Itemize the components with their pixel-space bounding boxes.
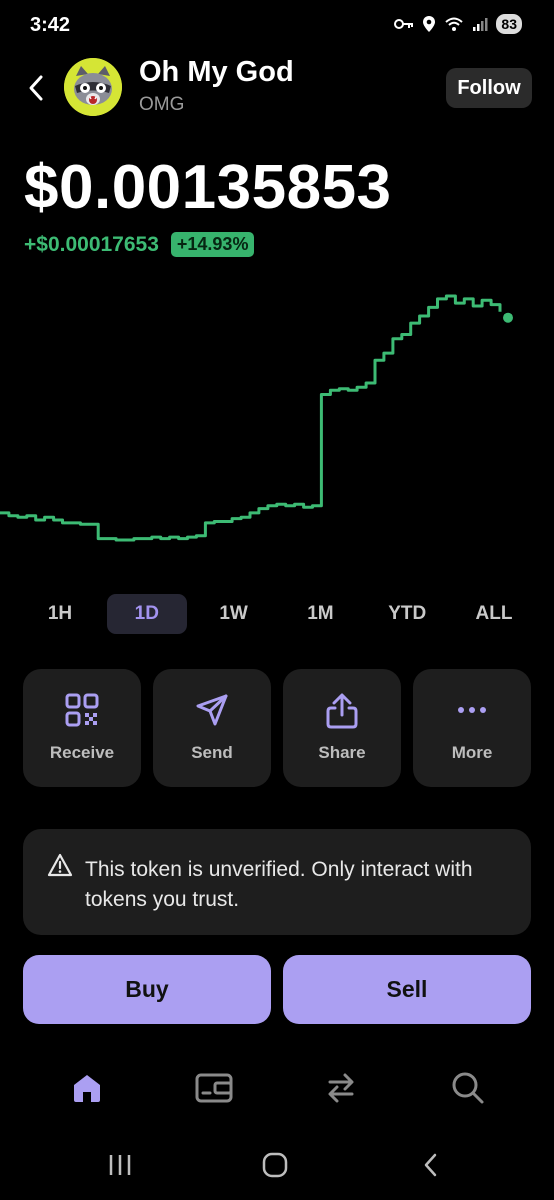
price-chart[interactable] bbox=[0, 280, 554, 570]
buy-button[interactable]: Buy bbox=[23, 955, 271, 1024]
tab-1m[interactable]: 1M bbox=[280, 594, 360, 634]
signal-icon bbox=[473, 18, 488, 31]
follow-button[interactable]: Follow bbox=[446, 68, 532, 108]
token-avatar bbox=[64, 58, 122, 116]
nav-swap[interactable] bbox=[321, 1068, 361, 1108]
recent-apps-icon bbox=[109, 1155, 131, 1175]
nav-wallet[interactable] bbox=[194, 1068, 234, 1108]
token-price: $0.00135853 bbox=[24, 153, 392, 222]
qr-code-icon bbox=[65, 693, 99, 727]
tab-1w[interactable]: 1W bbox=[194, 594, 274, 634]
receive-button[interactable]: Receive bbox=[23, 669, 141, 787]
price-change-absolute: +$0.00017653 bbox=[24, 232, 159, 256]
price-change: +$0.00017653 +14.93% bbox=[24, 232, 255, 257]
system-navigation bbox=[0, 1140, 554, 1190]
sell-button[interactable]: Sell bbox=[283, 955, 531, 1024]
tab-all[interactable]: ALL bbox=[454, 594, 534, 634]
system-back-button[interactable] bbox=[411, 1150, 451, 1180]
location-icon bbox=[423, 16, 436, 32]
status-icons: 83 bbox=[394, 14, 522, 34]
key-icon bbox=[394, 19, 414, 29]
tab-ytd[interactable]: YTD bbox=[367, 594, 447, 634]
home-button[interactable] bbox=[255, 1150, 295, 1180]
wifi-icon bbox=[445, 17, 464, 31]
nav-home[interactable] bbox=[67, 1068, 107, 1108]
more-button[interactable]: More bbox=[413, 669, 531, 787]
home-icon bbox=[74, 1075, 100, 1102]
home-circle-icon bbox=[262, 1152, 288, 1178]
raccoon-logo-icon bbox=[64, 58, 122, 116]
send-button[interactable]: Send bbox=[153, 669, 271, 787]
share-button[interactable]: Share bbox=[283, 669, 401, 787]
send-label: Send bbox=[191, 743, 233, 762]
price-line bbox=[0, 294, 502, 542]
battery-indicator: 83 bbox=[496, 14, 522, 34]
back-button[interactable] bbox=[20, 70, 52, 106]
nav-search[interactable] bbox=[448, 1068, 488, 1108]
latest-price-dot bbox=[503, 312, 513, 323]
share-icon bbox=[326, 693, 358, 729]
token-name: Oh My God bbox=[139, 56, 294, 88]
receive-label: Receive bbox=[49, 743, 115, 762]
share-label: Share bbox=[318, 743, 366, 762]
search-icon bbox=[452, 1072, 484, 1104]
warning-text: This token is unverified. Only interact … bbox=[85, 858, 473, 911]
chevron-left-icon bbox=[29, 75, 43, 101]
more-icon bbox=[458, 707, 486, 713]
timeframe-selector: 1H 1D 1W 1M YTD ALL bbox=[20, 594, 534, 636]
action-buttons: Receive Send Share More bbox=[23, 669, 531, 787]
more-label: More bbox=[451, 743, 493, 762]
tab-1d[interactable]: 1D bbox=[106, 594, 187, 634]
warning-triangle-icon bbox=[47, 853, 73, 877]
price-change-percent-badge: +14.93% bbox=[170, 232, 255, 257]
swap-icon bbox=[328, 1073, 354, 1103]
unverified-token-warning: This token is unverified. Only interact … bbox=[23, 829, 531, 935]
bottom-navigation bbox=[0, 1060, 554, 1120]
trade-buttons: Buy Sell bbox=[23, 955, 531, 1024]
token-symbol: OMG bbox=[139, 94, 185, 115]
status-time: 3:42 bbox=[30, 14, 71, 36]
back-arrow-icon bbox=[424, 1153, 437, 1177]
wallet-icon bbox=[195, 1073, 233, 1103]
recent-apps-button[interactable] bbox=[100, 1150, 140, 1180]
tab-1h[interactable]: 1H bbox=[20, 594, 100, 634]
status-bar: 3:42 83 bbox=[0, 0, 554, 52]
send-icon bbox=[196, 694, 228, 726]
token-header: Oh My God OMG Follow bbox=[0, 56, 554, 120]
